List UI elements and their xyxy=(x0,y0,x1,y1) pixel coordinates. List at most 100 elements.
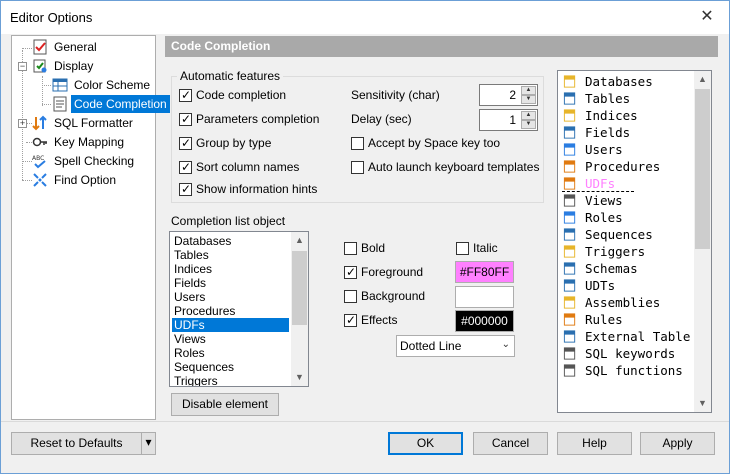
sensitivity-label: Sensitivity (char) xyxy=(351,88,440,102)
scroll-thumb[interactable] xyxy=(695,89,710,249)
spin-up-icon[interactable]: ▲ xyxy=(521,86,536,95)
automatic-features-title: Automatic features xyxy=(177,69,284,83)
foreground-color-picker[interactable]: #FF80FF xyxy=(455,261,514,283)
spin-up-icon[interactable]: ▲ xyxy=(521,111,536,120)
preview-item-label: UDFs xyxy=(585,176,616,191)
user-icon xyxy=(563,143,576,156)
sort-icon xyxy=(32,115,47,131)
external-table-icon xyxy=(563,330,576,343)
scroll-up-icon[interactable]: ▲ xyxy=(694,71,711,88)
effects-color-picker[interactable]: #000000 xyxy=(455,310,514,332)
code-completion-icon xyxy=(53,96,67,112)
spin-down-icon[interactable]: ▼ xyxy=(521,95,536,104)
preview-item-label: Indices xyxy=(585,108,638,123)
completion-list[interactable]: Databases Tables Indices Fields Users Pr… xyxy=(169,231,309,387)
list-item[interactable]: Databases xyxy=(172,234,231,248)
preview-item-label: Databases xyxy=(585,74,653,89)
scroll-up-icon[interactable]: ▲ xyxy=(291,232,308,249)
reset-defaults-button[interactable]: Reset to Defaults xyxy=(11,432,142,455)
preview-item-label: Rules xyxy=(585,312,623,327)
procedure-icon xyxy=(563,160,576,173)
tree-label: Color Scheme xyxy=(74,78,151,92)
preview-item-label: Sequences xyxy=(585,227,653,242)
tree-label: Find Option xyxy=(54,173,117,187)
trigger-icon xyxy=(563,245,576,258)
editor-options-window: Editor Options ✕ General − Display Color… xyxy=(0,0,730,474)
svg-text:ABC: ABC xyxy=(32,155,44,162)
spin-down-icon[interactable]: ▼ xyxy=(521,120,536,129)
list-item[interactable]: Procedures xyxy=(172,304,235,318)
apply-button[interactable]: Apply xyxy=(640,432,715,455)
assembly-icon xyxy=(563,296,576,309)
cancel-button[interactable]: Cancel xyxy=(473,432,548,455)
udt-icon xyxy=(563,279,576,292)
sequence-icon xyxy=(563,228,576,241)
ok-button[interactable]: OK xyxy=(388,432,463,455)
role-icon xyxy=(563,211,576,224)
preview-list[interactable]: SQL functions SQL keywords External Table R… xyxy=(557,70,712,413)
display-icon xyxy=(33,59,47,73)
preview-scrollbar[interactable]: ▲ ▼ xyxy=(694,71,711,412)
preview-item-label: SQL keywords xyxy=(585,346,676,361)
window-title: Editor Options xyxy=(10,10,93,25)
completion-list-title: Completion list object xyxy=(171,214,286,228)
list-item[interactable]: Indices xyxy=(172,262,212,276)
footer-separator xyxy=(1,421,729,422)
tree-label: Key Mapping xyxy=(54,135,125,149)
dotted-underline xyxy=(562,191,634,192)
tree-label: Spell Checking xyxy=(54,154,135,168)
scroll-down-icon[interactable]: ▼ xyxy=(291,369,308,386)
preview-item-label: Views xyxy=(585,193,623,208)
rule-icon xyxy=(563,313,576,326)
find-icon xyxy=(33,173,47,187)
tree-label: SQL Formatter xyxy=(54,116,133,130)
sql-function-icon xyxy=(563,364,576,377)
reset-dropdown-icon[interactable]: ▾ xyxy=(141,432,156,455)
preview-item-label: Schemas xyxy=(585,261,638,276)
help-button[interactable]: Help xyxy=(557,432,632,455)
scroll-thumb[interactable] xyxy=(292,251,307,325)
table-icon xyxy=(563,92,576,105)
scroll-down-icon[interactable]: ▼ xyxy=(694,395,711,412)
list-item[interactable]: Users xyxy=(172,290,205,304)
sensitivity-value: 2 xyxy=(509,88,516,102)
preview-item-label: Procedures xyxy=(585,159,661,174)
list-item[interactable]: Sequences xyxy=(172,360,234,374)
disable-element-button[interactable]: Disable element xyxy=(171,393,279,416)
sensitivity-spinner[interactable]: 2 ▲ ▼ xyxy=(479,84,538,106)
checklist-icon xyxy=(33,39,47,55)
field-icon xyxy=(563,126,576,139)
preview-item-label: Fields xyxy=(585,125,631,140)
preview-item-label: External Table xyxy=(585,329,691,344)
list-item[interactable]: Tables xyxy=(172,248,209,262)
delay-label: Delay (sec) xyxy=(351,112,412,126)
background-color-picker[interactable] xyxy=(455,286,514,308)
sql-keyword-icon xyxy=(563,347,576,360)
expand-icon[interactable]: + xyxy=(18,119,27,128)
tree-label: Display xyxy=(54,59,94,73)
database-icon xyxy=(563,75,576,88)
page-title: Code Completion xyxy=(165,36,718,57)
list-item-selected[interactable]: UDFs xyxy=(172,318,289,332)
udf-icon xyxy=(563,177,576,190)
preview-item-label: SQL functions xyxy=(585,363,683,378)
abc-check-icon: ABC xyxy=(32,155,46,169)
collapse-icon[interactable]: − xyxy=(18,62,27,71)
close-icon[interactable]: ✕ xyxy=(695,6,719,30)
index-icon xyxy=(563,109,576,122)
preview-item-label: Triggers xyxy=(585,244,646,259)
completion-scrollbar[interactable]: ▲ ▼ xyxy=(291,232,308,386)
list-item[interactable]: Fields xyxy=(172,276,206,290)
delay-spinner[interactable]: 1 ▲ ▼ xyxy=(479,109,538,131)
preview-item-label: Assemblies xyxy=(585,295,661,310)
preview-item-label: Tables xyxy=(585,91,631,106)
list-item[interactable]: Roles xyxy=(172,346,205,360)
effect-type-select[interactable]: Dotted Line ⌄ xyxy=(396,335,515,357)
list-item[interactable]: Triggers xyxy=(172,374,218,386)
preview-item-label: Users xyxy=(585,142,623,157)
preview-item-label: Roles xyxy=(585,210,623,225)
effect-type-value: Dotted Line xyxy=(400,339,462,353)
list-item[interactable]: Views xyxy=(172,332,206,346)
tree-label: Code Completion xyxy=(71,95,170,113)
title-bar: Editor Options ✕ xyxy=(1,1,729,34)
